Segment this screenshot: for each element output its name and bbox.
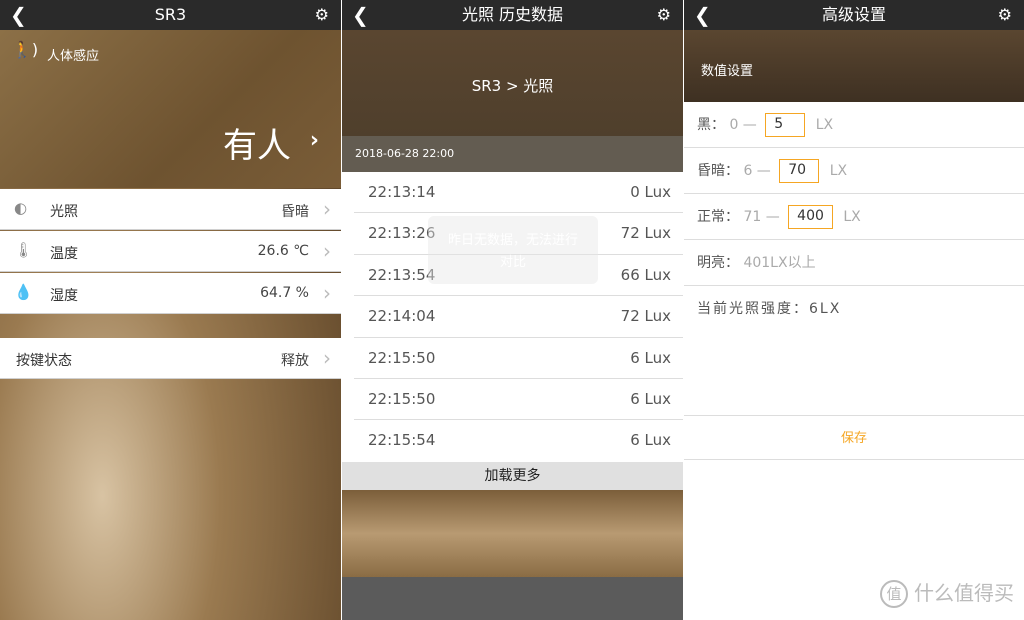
gear-icon[interactable]: ⚙ [315,0,329,30]
sensor-state: 有人 [223,126,291,166]
list-item: 22:15:50 6 Lux [354,379,683,421]
load-more-button[interactable]: 加载更多 [342,462,683,490]
setting-label: 黑： [697,117,725,133]
page-title: SR3 [154,5,187,24]
back-icon[interactable]: ❮ [10,0,27,30]
record-value: 0 Lux [630,183,671,201]
header: ❮ SR3 ⚙ [0,0,341,30]
record-time: 22:14:04 [368,307,436,326]
list-item: 22:15:54 6 Lux [354,420,683,461]
bright-range: 401LX以上 [743,255,816,271]
record-value: 6 Lux [630,389,671,408]
row-label: 按键状态 [16,353,72,369]
row-value: 64.7 % [260,285,309,301]
record-time: 22:13:54 [368,265,436,284]
record-value: 72 Lux [620,307,671,326]
range-min: 71 — [743,209,780,225]
setting-label: 明亮： [697,255,739,271]
back-icon[interactable]: ❮ [352,0,369,30]
unit: LX [829,163,848,179]
watermark: 值什么值得买 [880,577,1014,608]
sensor-label: 人体感应 [47,49,100,64]
list-item: 22:14:04 72 Lux [354,296,683,338]
page-title: 光照 历史数据 [461,5,564,24]
row-light[interactable]: ◐ 光照 昏暗 › [0,189,341,230]
record-value: 6 Lux [630,348,671,367]
gear-icon[interactable]: ⚙ [998,0,1012,30]
unit: LX [815,117,834,133]
row-value: 昏暗 [281,204,309,220]
gear-icon[interactable]: ⚙ [657,0,671,30]
chevron-right-icon: › [323,281,331,305]
record-value: 72 Lux [620,224,671,243]
unit: LX [843,209,861,225]
back-icon[interactable]: ❮ [694,0,711,30]
chevron-right-icon: › [323,197,331,221]
humidity-drop-icon: 💧 [14,283,33,301]
thermometer-icon: 🌡 [14,241,34,259]
record-time: 22:15:50 [368,348,436,367]
watermark-text: 什么值得买 [914,580,1014,605]
setting-bright: 明亮： 401LX以上 [684,240,1024,286]
setting-label: 正常： [697,209,739,225]
row-label: 光照 [50,204,78,220]
watermark-logo: 值 [880,580,908,608]
normal-max-input[interactable]: 400 [788,205,833,229]
motion-sensor-card[interactable]: 🚶) 人体感应 有人 › [0,30,341,188]
row-temperature[interactable]: 🌡 温度 26.6 ℃ › [0,231,341,272]
list-item: 22:15:50 6 Lux [354,338,683,379]
dim-max-input[interactable]: 70 [779,159,820,183]
date-header: 2018-06-28 22:00 [342,136,683,172]
history-list: 22:13:14 0 Lux 22:13:26 72 Lux 22:13:54 66 … [342,172,683,462]
setting-dim: 昏暗： 6 — 70 LX [684,148,1024,194]
row-humidity[interactable]: 💧 湿度 64.7 % › [0,273,341,314]
record-time: 22:15:50 [368,389,436,408]
dark-max-input[interactable]: 5 [765,113,806,137]
record-value: 66 Lux [620,265,671,284]
header: ❮ 光照 历史数据 ⚙ [342,0,683,30]
row-button-state[interactable]: 按键状态 释放 › [0,338,341,379]
record-value: 6 Lux [630,431,671,450]
row-value: 释放 [281,353,309,369]
range-min: 6 — [743,163,771,179]
row-label: 湿度 [50,288,78,304]
row-label: 温度 [50,246,78,262]
record-time: 22:15:54 [368,431,436,450]
setting-label: 昏暗： [697,163,739,179]
breadcrumb: SR3 > 光照 [342,30,683,136]
section-title: 数值设置 [684,30,1024,102]
setting-normal: 正常： 71 — 400 LX [684,194,1024,240]
setting-dark: 黑： 0 — 5 LX [684,102,1024,148]
save-button[interactable]: 保存 [684,415,1024,460]
motion-sensor-icon: 🚶) [12,40,39,59]
chevron-right-icon: › [323,239,331,263]
page-title: 高级设置 [821,5,886,24]
record-time: 22:13:14 [368,183,436,201]
list-item: 22:13:14 0 Lux [354,172,683,214]
current-light: 当前光照强度：6LX [697,301,842,317]
screen-sr3: ❮ SR3 ⚙ 🚶) 人体感应 有人 › ◐ 光照 昏暗 › 🌡 温度 26.6… [0,0,341,620]
chevron-right-icon: › [309,128,319,153]
background-image [342,490,683,577]
chevron-right-icon: › [323,346,331,370]
light-icon: ◐ [14,199,28,217]
toast-message: 昨日无数据，无法进行对比 [428,216,598,284]
header: ❮ 高级设置 ⚙ [684,0,1024,30]
screen-advanced-settings: ❮ 高级设置 ⚙ 数值设置 黑： 0 — 5 LX 昏暗： 6 — 70 LX … [684,0,1024,620]
range-min: 0 — [729,117,757,133]
record-time: 22:13:26 [368,224,436,243]
screen-light-history: ❮ 光照 历史数据 ⚙ SR3 > 光照 2018-06-28 22:00 22… [342,0,683,620]
row-value: 26.6 ℃ [257,243,309,259]
